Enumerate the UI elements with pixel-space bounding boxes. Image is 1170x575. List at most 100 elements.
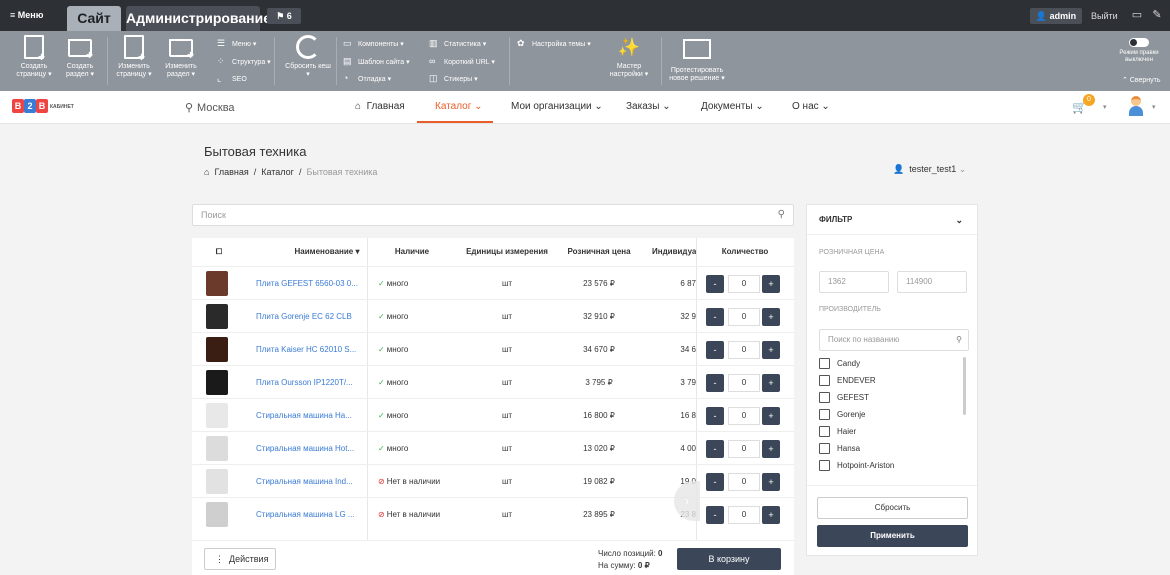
nav-organizations[interactable]: Мои организации ⌄	[511, 101, 603, 112]
edit-page-button[interactable]: Изменить страницу ▾	[114, 35, 154, 79]
actions-button[interactable]: ⋮ Действия	[204, 548, 276, 570]
product-image[interactable]	[206, 436, 228, 461]
manufacturer-option[interactable]: ENDEVER	[819, 374, 876, 387]
manufacturer-option[interactable]: Haier	[819, 425, 856, 438]
product-image[interactable]	[206, 337, 228, 362]
menu-item-stickers[interactable]: ◫ Стикеры ▾	[429, 73, 478, 84]
product-name-link[interactable]: Плита Oursson IP1220T/...	[256, 366, 360, 399]
quantity-input[interactable]: 0	[728, 440, 760, 458]
increase-quantity-button[interactable]: +	[762, 440, 780, 458]
decrease-quantity-button[interactable]: -	[706, 440, 724, 458]
quantity-input[interactable]: 0	[728, 407, 760, 425]
menu-item-debug[interactable]: ◔ Отладка ▾	[343, 73, 391, 83]
create-section-button[interactable]: Создать раздел ▾	[60, 35, 100, 79]
breadcrumb-home[interactable]: Главная	[214, 167, 248, 177]
column-header-stock[interactable]: Наличие	[380, 238, 444, 266]
manufacturer-option[interactable]: Candy	[819, 357, 860, 370]
product-image[interactable]	[206, 271, 228, 296]
decrease-quantity-button[interactable]: -	[706, 407, 724, 425]
manufacturer-option[interactable]: GEFEST	[819, 391, 869, 404]
user-selector[interactable]: 👤 tester_test1 ⌄	[893, 164, 966, 175]
create-page-button[interactable]: Создать страницу ▾	[14, 35, 54, 79]
menu-item-menu[interactable]: ☰ Меню ▾	[217, 38, 256, 49]
nav-catalog[interactable]: Каталог ⌄	[435, 101, 483, 112]
increase-quantity-button[interactable]: +	[762, 374, 780, 392]
checkbox[interactable]	[819, 375, 830, 387]
checkbox[interactable]	[819, 443, 830, 455]
add-to-cart-button[interactable]: В корзину	[677, 548, 781, 570]
quantity-input[interactable]: 0	[728, 308, 760, 326]
quantity-input[interactable]: 0	[728, 506, 760, 524]
menu-button[interactable]: ≡ Меню	[10, 10, 43, 20]
menu-item-theme-settings[interactable]: ✿ Настройка темы ▾	[517, 38, 591, 49]
nav-about[interactable]: О нас ⌄	[792, 101, 830, 112]
product-name-link[interactable]: Плита GEFEST 6560-03 0...	[256, 267, 360, 300]
test-solution-button[interactable]: Протестировать новое решение ▾	[667, 35, 727, 83]
column-header-quantity[interactable]: Количество	[704, 238, 786, 266]
increase-quantity-button[interactable]: +	[762, 506, 780, 524]
increase-quantity-button[interactable]: +	[762, 473, 780, 491]
window-icon[interactable]: ▭	[1130, 8, 1144, 22]
logout-link[interactable]: Выйти	[1091, 11, 1118, 21]
decrease-quantity-button[interactable]: -	[706, 506, 724, 524]
decrease-quantity-button[interactable]: -	[706, 275, 724, 293]
manufacturer-option[interactable]: Hotpoint-Ariston	[819, 459, 894, 472]
edit-section-button[interactable]: Изменить раздел ▾	[160, 35, 202, 79]
settings-wizard-button[interactable]: ✨ Мастер настройки ▾	[604, 35, 654, 79]
increase-quantity-button[interactable]: +	[762, 275, 780, 293]
menu-item-short-url[interactable]: ∞ Короткий URL ▾	[429, 56, 495, 66]
tab-administration[interactable]: Администрирование	[126, 6, 271, 31]
decrease-quantity-button[interactable]: -	[706, 473, 724, 491]
chevron-down-icon[interactable]: ▾	[1103, 103, 1107, 111]
product-name-link[interactable]: Стиральная машина Ind...	[256, 465, 360, 498]
checkbox[interactable]	[819, 460, 830, 472]
quantity-input[interactable]: 0	[728, 374, 760, 392]
notifications-button[interactable]: ⚑ 6	[267, 8, 301, 24]
product-image[interactable]	[206, 469, 228, 494]
quantity-input[interactable]: 0	[728, 275, 760, 293]
user-avatar[interactable]	[1128, 96, 1144, 116]
manufacturer-option[interactable]: Hansa	[819, 442, 860, 455]
increase-quantity-button[interactable]: +	[762, 308, 780, 326]
product-image[interactable]	[206, 304, 228, 329]
price-max-input[interactable]: 114900	[897, 271, 967, 293]
quantity-input[interactable]: 0	[728, 473, 760, 491]
checkbox[interactable]	[819, 409, 830, 421]
column-header-individual-price[interactable]: Индивидуа	[652, 238, 696, 266]
collapse-toolbar-button[interactable]: ⌃ Свернуть	[1122, 76, 1161, 84]
checkbox[interactable]	[819, 392, 830, 404]
column-header-name[interactable]: Наименование ▾	[272, 238, 382, 266]
product-name-link[interactable]: Стиральная машина LG ...	[256, 498, 360, 531]
menu-item-statistics[interactable]: ▥ Статистика ▾	[429, 38, 486, 49]
product-name-link[interactable]: Стиральная машина Ha...	[256, 399, 360, 432]
checkbox[interactable]	[819, 358, 830, 370]
menu-item-components[interactable]: ▭ Компоненты ▾	[343, 38, 404, 49]
reset-cache-button[interactable]: Сбросить кеш ▾	[285, 35, 331, 79]
pin-icon[interactable]: ✎	[1150, 8, 1164, 22]
manufacturer-option[interactable]: Gorenje	[819, 408, 865, 421]
search-icon[interactable]: ⚲	[956, 330, 962, 350]
edit-mode-toggle[interactable]: Режим правки выключен	[1113, 38, 1165, 64]
decrease-quantity-button[interactable]: -	[706, 374, 724, 392]
checkbox[interactable]	[819, 426, 830, 438]
breadcrumb-catalog[interactable]: Каталог	[261, 167, 294, 177]
product-image[interactable]	[206, 502, 228, 527]
product-search-input[interactable]: Поиск ⚲	[192, 204, 794, 226]
chevron-down-icon[interactable]: ▾	[1152, 103, 1156, 111]
nav-home[interactable]: ⌂ Главная	[355, 101, 405, 112]
product-image[interactable]	[206, 370, 228, 395]
product-name-link[interactable]: Плита Kaiser HC 62010 S...	[256, 333, 360, 366]
menu-item-site-template[interactable]: ▤ Шаблон сайта ▾	[343, 56, 410, 67]
nav-orders[interactable]: Заказы ⌄	[626, 101, 671, 112]
column-header-units[interactable]: Единицы измерения	[462, 238, 552, 266]
menu-item-structure[interactable]: ⁘ Структура ▾	[217, 56, 271, 67]
manufacturer-search-input[interactable]: Поиск по названию ⚲	[819, 329, 969, 351]
menu-item-seo[interactable]: ⌞ SEO	[217, 73, 247, 84]
decrease-quantity-button[interactable]: -	[706, 308, 724, 326]
admin-user-button[interactable]: 👤 admin	[1030, 8, 1082, 24]
b2b-logo[interactable]: B 2 B КАБИНЕТ	[12, 99, 74, 113]
manufacturer-list-scrollbar[interactable]	[963, 357, 966, 415]
column-header-retail-price[interactable]: Розничная цена	[562, 238, 636, 266]
tab-site[interactable]: Сайт	[67, 6, 121, 31]
increase-quantity-button[interactable]: +	[762, 407, 780, 425]
